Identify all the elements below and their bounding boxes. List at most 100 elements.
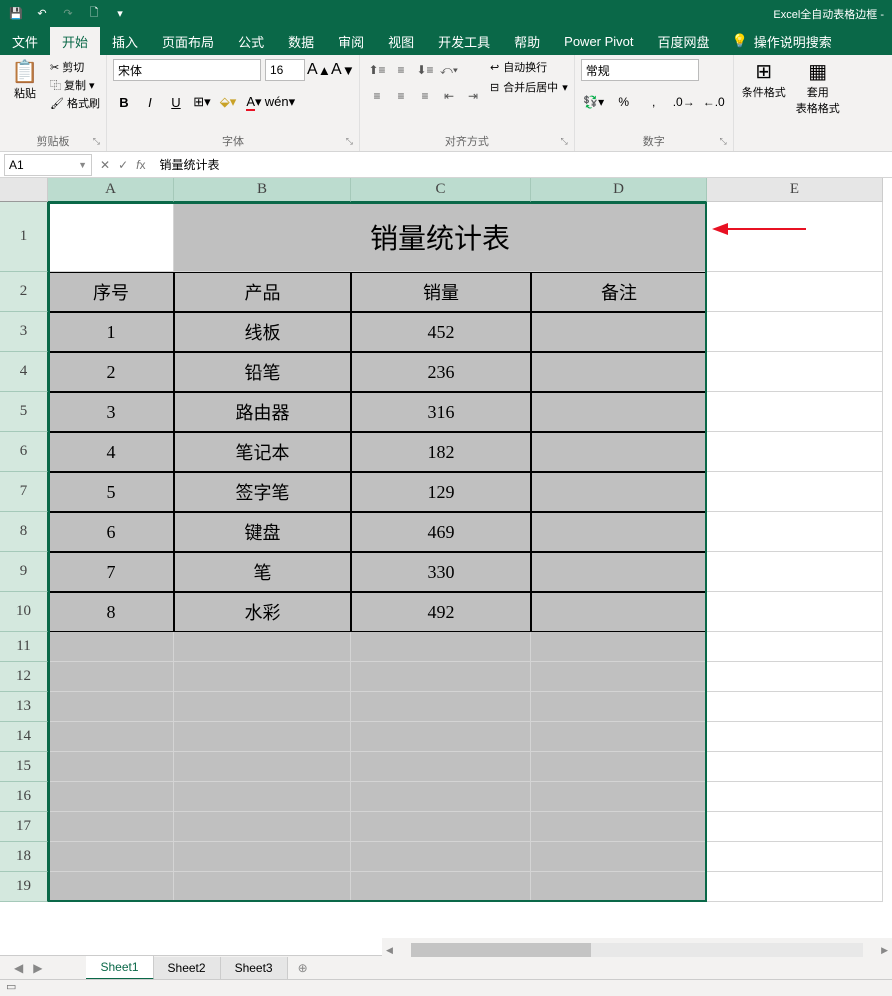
row-header-11[interactable]: 11 [0, 632, 48, 662]
empty-cell[interactable] [48, 842, 174, 872]
header-cell-0[interactable]: 序号 [48, 272, 174, 312]
tab-review[interactable]: 审阅 [326, 27, 376, 55]
indent-increase-icon[interactable]: ⇥ [462, 85, 484, 107]
paste-button[interactable]: 📋 粘贴 [6, 59, 44, 101]
data-cell-r5-c4[interactable] [707, 472, 883, 512]
row-header-15[interactable]: 15 [0, 752, 48, 782]
row-header-4[interactable]: 4 [0, 352, 48, 392]
empty-cell[interactable] [174, 812, 351, 842]
data-cell-r1-c1[interactable]: 线板 [174, 312, 351, 352]
column-header-E[interactable]: E [707, 178, 883, 202]
data-cell-r7-c3[interactable] [531, 552, 707, 592]
empty-cell[interactable] [531, 872, 707, 902]
data-cell-r3-c0[interactable]: 3 [48, 392, 174, 432]
data-cell-r1-c3[interactable] [531, 312, 707, 352]
data-cell-r6-c2[interactable]: 469 [351, 512, 531, 552]
row-header-12[interactable]: 12 [0, 662, 48, 692]
data-cell-r1-c0[interactable]: 1 [48, 312, 174, 352]
comma-icon[interactable]: , [641, 91, 667, 113]
empty-cell[interactable] [707, 752, 883, 782]
empty-cell[interactable] [531, 692, 707, 722]
data-cell-r6-c3[interactable] [531, 512, 707, 552]
empty-cell[interactable] [707, 812, 883, 842]
redo-icon[interactable]: ↷ [60, 6, 76, 22]
save-icon[interactable]: 💾 [8, 6, 24, 22]
sheet-tab-3[interactable]: Sheet3 [221, 957, 288, 979]
empty-cell[interactable] [48, 722, 174, 752]
pinyin-button[interactable]: wén▾ [269, 91, 291, 113]
align-left-icon[interactable]: ≡ [366, 85, 388, 107]
tab-view[interactable]: 视图 [376, 27, 426, 55]
empty-cell[interactable] [707, 872, 883, 902]
data-cell-r3-c3[interactable] [531, 392, 707, 432]
align-bottom-icon[interactable]: ⬇≡ [414, 59, 436, 81]
empty-cell[interactable] [531, 662, 707, 692]
row-header-18[interactable]: 18 [0, 842, 48, 872]
row-header-2[interactable]: 2 [0, 272, 48, 312]
empty-cell[interactable] [48, 812, 174, 842]
currency-icon[interactable]: 💱▾ [581, 91, 607, 113]
font-name-input[interactable] [113, 59, 261, 81]
format-table-button[interactable]: ▦ 套用 表格格式 [794, 59, 842, 116]
empty-cell[interactable] [351, 662, 531, 692]
empty-cell[interactable] [48, 752, 174, 782]
column-header-B[interactable]: B [174, 178, 351, 202]
empty-cell[interactable] [351, 842, 531, 872]
row-header-19[interactable]: 19 [0, 872, 48, 902]
scroll-left-icon[interactable]: ◀ [382, 945, 397, 956]
bold-button[interactable]: B [113, 91, 135, 113]
tab-page-layout[interactable]: 页面布局 [150, 27, 226, 55]
row-header-5[interactable]: 5 [0, 392, 48, 432]
data-cell-r7-c1[interactable]: 笔 [174, 552, 351, 592]
align-center-icon[interactable]: ≡ [390, 85, 412, 107]
column-header-A[interactable]: A [48, 178, 174, 202]
empty-cell[interactable] [707, 632, 883, 662]
format-painter-button[interactable]: 🖌格式刷 [50, 95, 100, 111]
sheet-next-icon[interactable]: ▶ [33, 961, 42, 975]
empty-cell[interactable] [174, 782, 351, 812]
copy-button[interactable]: ⿻复制▾ [50, 77, 100, 93]
data-cell-r7-c2[interactable]: 330 [351, 552, 531, 592]
qat-more-icon[interactable]: ▾ [112, 6, 128, 22]
data-cell-r8-c2[interactable]: 492 [351, 592, 531, 632]
empty-cell[interactable] [48, 782, 174, 812]
empty-cell[interactable] [531, 812, 707, 842]
tab-insert[interactable]: 插入 [100, 27, 150, 55]
name-box[interactable]: A1▼ [4, 154, 92, 176]
undo-icon[interactable]: ↶ [34, 6, 50, 22]
row-header-1[interactable]: 1 [0, 202, 48, 272]
data-cell-r7-c4[interactable] [707, 552, 883, 592]
data-cell-r6-c0[interactable]: 6 [48, 512, 174, 552]
increase-font-icon[interactable]: A▲ [309, 60, 329, 80]
empty-cell[interactable] [48, 872, 174, 902]
fill-color-button[interactable]: ⬙▾ [217, 91, 239, 113]
empty-cell[interactable] [531, 752, 707, 782]
row-header-13[interactable]: 13 [0, 692, 48, 722]
increase-decimal-icon[interactable]: .0→ [671, 91, 697, 113]
add-sheet-icon[interactable]: ⊕ [288, 961, 318, 975]
empty-cell[interactable] [48, 632, 174, 662]
tab-file[interactable]: 文件 [0, 27, 50, 55]
data-cell-r8-c0[interactable]: 8 [48, 592, 174, 632]
align-middle-icon[interactable]: ≡ [390, 59, 412, 81]
fx-icon[interactable]: fx [136, 158, 145, 172]
empty-cell[interactable] [174, 632, 351, 662]
empty-cell[interactable] [174, 692, 351, 722]
data-cell-r8-c1[interactable]: 水彩 [174, 592, 351, 632]
header-cell-3[interactable]: 备注 [531, 272, 707, 312]
empty-cell[interactable] [351, 812, 531, 842]
column-header-C[interactable]: C [351, 178, 531, 202]
data-cell-r1-c2[interactable]: 452 [351, 312, 531, 352]
empty-cell[interactable] [174, 872, 351, 902]
row-header-14[interactable]: 14 [0, 722, 48, 752]
data-cell-r5-c2[interactable]: 129 [351, 472, 531, 512]
orientation-icon[interactable]: ⤺▾ [438, 59, 460, 81]
data-cell-r4-c3[interactable] [531, 432, 707, 472]
data-cell-r4-c0[interactable]: 4 [48, 432, 174, 472]
data-cell-r4-c2[interactable]: 182 [351, 432, 531, 472]
data-cell-r6-c4[interactable] [707, 512, 883, 552]
wrap-text-button[interactable]: ↩自动换行 [490, 59, 568, 75]
data-cell-r6-c1[interactable]: 键盘 [174, 512, 351, 552]
empty-cell[interactable] [531, 632, 707, 662]
preview-icon[interactable]: 🗋 [86, 6, 102, 22]
